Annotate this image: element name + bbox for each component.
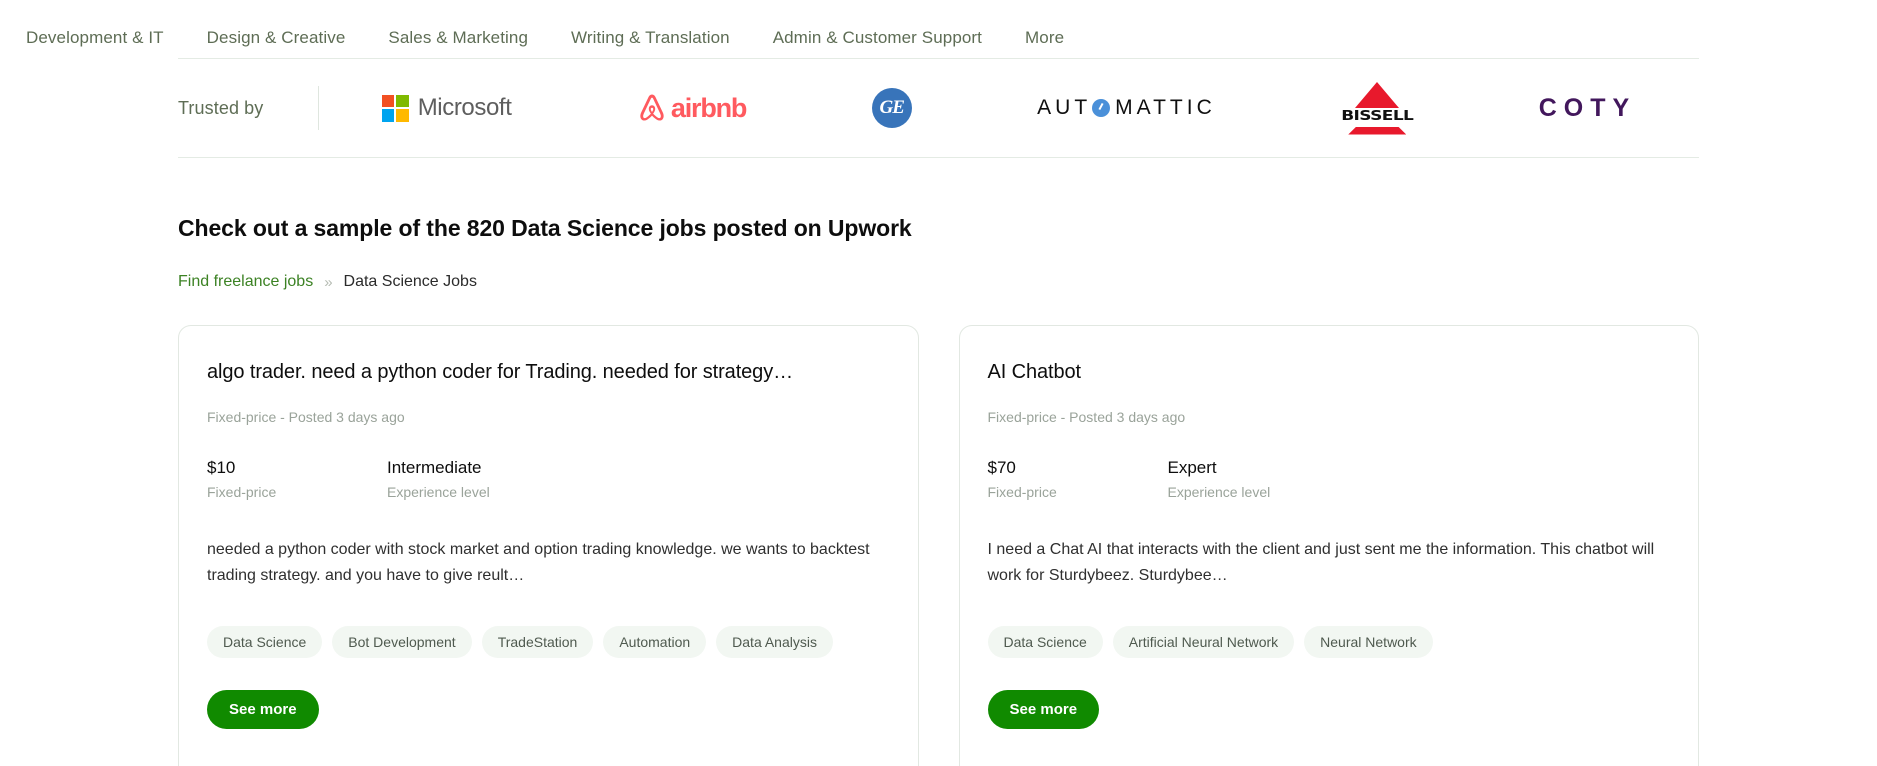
automattic-wordmark-part2: MATTIC: [1115, 96, 1216, 119]
trusted-by-label: Trusted by: [178, 97, 264, 118]
nav-item-writing-translation[interactable]: Writing & Translation: [571, 28, 730, 48]
nav-item-more[interactable]: More: [1025, 28, 1064, 48]
job-tag[interactable]: TradeStation: [481, 626, 594, 659]
job-level-label: Experience level: [1167, 483, 1271, 500]
breadcrumb-current: Data Science Jobs: [343, 273, 477, 290]
job-tag[interactable]: Data Science: [207, 626, 323, 659]
job-tag[interactable]: Artificial Neural Network: [1112, 626, 1295, 659]
coty-wordmark: COTY: [1538, 93, 1637, 122]
job-card[interactable]: AI Chatbot Fixed-price - Posted 3 days a…: [958, 325, 1699, 766]
microsoft-wordmark: Microsoft: [417, 94, 512, 121]
trusted-by-logos: Microsoft airbnb GE AUT MATTIC BISSELL C…: [319, 59, 1699, 157]
airbnb-belo-icon: [640, 94, 664, 121]
job-tags: Data Science Artificial Neural Network N…: [987, 588, 1671, 659]
job-tags: Data Science Bot Development TradeStatio…: [207, 588, 890, 659]
job-facts: $70 Fixed-price Expert Experience level: [988, 425, 1671, 500]
bissell-triangle-icon: [1355, 81, 1400, 108]
trusted-by-band: Trusted by Microsoft airbnb GE AUT MATTI…: [178, 58, 1699, 158]
automattic-circle-icon: [1092, 99, 1111, 117]
ge-monogram-icon: GE: [871, 88, 912, 128]
see-more-button[interactable]: See more: [207, 690, 319, 730]
airbnb-logo: airbnb: [637, 92, 748, 124]
job-facts: $10 Fixed-price Intermediate Experience …: [207, 425, 890, 500]
job-price-value: $70: [987, 458, 1016, 477]
job-level-fact: Intermediate Experience level: [387, 457, 567, 500]
job-level-value: Expert: [1167, 458, 1217, 477]
job-cards-grid: algo trader. need a python coder for Tra…: [178, 291, 1699, 766]
job-title[interactable]: AI Chatbot: [988, 359, 1671, 385]
bissell-base-icon: [1348, 126, 1407, 135]
job-description: I need a Chat AI that interacts with the…: [987, 540, 1655, 584]
breadcrumb-link-find-freelance-jobs[interactable]: Find freelance jobs: [178, 273, 313, 291]
nav-item-development-it[interactable]: Development & IT: [26, 28, 164, 48]
breadcrumb: Find freelance jobs » Data Science Jobs: [178, 242, 1699, 291]
automattic-logo: AUT MATTIC: [1037, 96, 1216, 120]
job-price-value: $10: [207, 458, 236, 477]
nav-item-sales-marketing[interactable]: Sales & Marketing: [388, 28, 528, 48]
category-nav: Development & IT Design & Creative Sales…: [0, 0, 1877, 58]
page-title: Check out a sample of the 820 Data Scien…: [178, 215, 912, 241]
nav-item-admin-customer-support[interactable]: Admin & Customer Support: [773, 28, 982, 48]
job-tag[interactable]: Data Analysis: [716, 626, 833, 659]
main-content: Check out a sample of the 820 Data Scien…: [0, 158, 1877, 766]
job-description: needed a python coder with stock market …: [207, 540, 870, 584]
job-tag[interactable]: Data Science: [987, 626, 1103, 659]
airbnb-wordmark: airbnb: [670, 92, 748, 123]
coty-logo: COTY: [1539, 94, 1636, 123]
microsoft-logo: Microsoft: [381, 94, 512, 122]
job-level-label: Experience level: [387, 483, 490, 500]
breadcrumb-separator-icon: »: [324, 273, 333, 291]
ge-logo: GE: [871, 88, 912, 128]
automattic-wordmark-part1: AUT: [1037, 96, 1092, 119]
job-price-label: Fixed-price: [207, 483, 277, 500]
job-tag[interactable]: Neural Network: [1304, 626, 1433, 659]
job-tag[interactable]: Automation: [603, 626, 707, 659]
job-price-fact: $10 Fixed-price: [207, 457, 387, 500]
bissell-logo: BISSELL: [1341, 81, 1414, 135]
bissell-wordmark: BISSELL: [1341, 107, 1414, 124]
job-meta: Fixed-price - Posted 3 days ago: [987, 409, 1186, 425]
job-meta: Fixed-price - Posted 3 days ago: [207, 409, 405, 425]
see-more-button[interactable]: See more: [987, 690, 1100, 730]
job-price-fact: $70 Fixed-price: [988, 457, 1168, 500]
nav-item-design-creative[interactable]: Design & Creative: [207, 28, 346, 48]
trusted-by-band-wrap: Trusted by Microsoft airbnb GE AUT MATTI…: [0, 58, 1877, 158]
job-tag[interactable]: Bot Development: [332, 626, 472, 659]
microsoft-squares-icon: [381, 94, 409, 122]
job-level-value: Intermediate: [387, 458, 482, 477]
job-card[interactable]: algo trader. need a python coder for Tra…: [178, 325, 919, 766]
job-level-fact: Expert Experience level: [1168, 457, 1348, 500]
job-price-label: Fixed-price: [987, 483, 1057, 500]
job-title[interactable]: algo trader. need a python coder for Tra…: [207, 359, 890, 385]
